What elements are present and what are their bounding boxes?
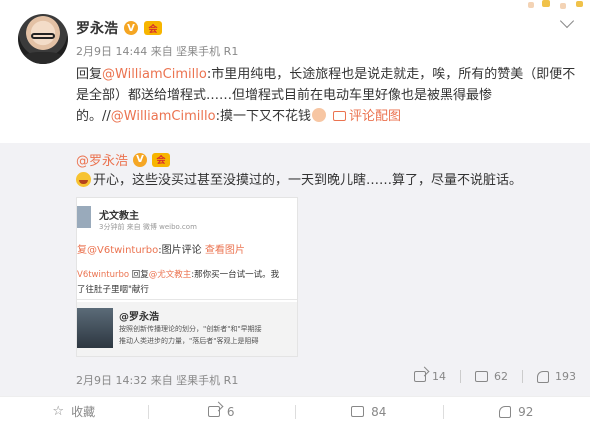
star-icon: ☆ — [52, 404, 65, 419]
favorite-label: 收藏 — [71, 405, 96, 419]
reply-prefix: 回复 — [76, 67, 103, 82]
repost-like-button[interactable]: 193 — [522, 370, 576, 383]
image-mention: 复@V6twinturbo — [77, 245, 159, 256]
image-view-link: 查看图片 — [204, 245, 245, 256]
post-meta: 2月9日 14:44 来自 坚果手机 R1 — [76, 45, 239, 58]
image-mention-2: V6twinturbo — [77, 270, 130, 280]
image-line-2: V6twinturbo 回复@尤文教主:那你买一台试一试。我 — [77, 268, 279, 280]
image-mention-3: @尤文教主 — [148, 270, 192, 280]
laugh-emoji-icon — [76, 172, 91, 187]
avatar-shirt — [22, 52, 64, 64]
emoji-icon — [311, 108, 326, 122]
member-icon: 会 — [152, 152, 171, 167]
image-quote-author: @罗永浩 — [119, 312, 159, 323]
comment-button[interactable]: 84 — [295, 397, 443, 426]
comment-icon — [475, 371, 488, 382]
share-button[interactable]: 6 — [147, 397, 296, 426]
repost-image[interactable]: 尤文教主 3分钟前 来自 微博 weibo.com 复@V6twinturbo:… — [76, 197, 298, 357]
repost-text: 开心，这些没买过甚至没摸过的，一天到晚儿瞎……算了，尽量不说脏话。 — [76, 172, 522, 190]
repost-meta: 2月9日 14:32 来自 坚果手机 R1 — [76, 374, 239, 387]
vip-icon: V — [124, 21, 138, 35]
image-quote-line-2: 推动人类进步的力量，"落后者"客观上是阻碍 — [119, 337, 259, 345]
image-line-2-b: :那你买一台试一试。我 — [191, 270, 280, 280]
mention-link-2[interactable]: @WilliamCimillo — [111, 109, 216, 124]
image-quote-line-1: 按照创新传播理论的划分，"创新者"和"早期接 — [119, 325, 262, 333]
like-button[interactable]: 92 — [442, 397, 590, 426]
repost-box: @罗永浩 V 会 开心，这些没买过甚至没摸过的，一天到晚儿瞎……算了，尽量不说脏… — [0, 143, 590, 396]
image-divider — [77, 299, 297, 300]
comment-count: 84 — [371, 404, 387, 419]
image-line-2-a: 回复 — [129, 270, 149, 280]
like-count: 92 — [518, 404, 534, 419]
repost-share-button[interactable]: 14 — [414, 370, 446, 383]
repost-actions: 14 62 193 — [414, 370, 576, 383]
share-icon — [414, 371, 426, 382]
vip-icon: V — [133, 152, 148, 167]
repost-like-count: 193 — [555, 370, 576, 383]
author-row: 罗永浩 V 会 — [76, 18, 162, 38]
image-avatar — [77, 206, 91, 228]
image-line-1: 复@V6twinturbo:图片评论 查看图片 — [77, 241, 245, 256]
favorite-button[interactable]: ☆ 收藏 — [0, 397, 148, 426]
share-icon — [207, 406, 220, 417]
author-name[interactable]: 罗永浩 — [76, 18, 118, 38]
repost-author-row: @罗永浩 V 会 — [76, 150, 171, 169]
image-quote-box: @罗永浩 按照创新传播理论的划分，"创新者"和"早期接 推动人类进步的力量，"落… — [77, 302, 297, 356]
repost-share-count: 14 — [432, 370, 446, 383]
image-line-1-text: :图片评论 — [158, 245, 202, 256]
avatar-glasses — [31, 33, 55, 39]
post-tail: :摸一下又不花钱 — [215, 109, 311, 124]
comment-picture-link[interactable]: 评论配图 — [349, 109, 401, 124]
image-author: 尤文教主 — [99, 211, 139, 222]
action-bar: ☆ 收藏 6 84 92 — [0, 396, 590, 426]
car-thumbnail — [77, 308, 113, 348]
share-count: 6 — [226, 404, 235, 419]
image-line-3: 了往肚子里咽"献行 — [77, 285, 149, 295]
picture-icon — [332, 111, 346, 121]
header-decoration — [520, 0, 590, 14]
like-icon — [499, 405, 512, 418]
avatar[interactable] — [18, 14, 68, 64]
comment-icon — [351, 406, 365, 417]
chevron-down-icon[interactable] — [559, 13, 575, 29]
post-text: 回复@WilliamCimillo:市里用纯电，长途旅程也是说走就走，唉，所有的… — [76, 64, 576, 127]
member-icon: 会 — [144, 21, 162, 35]
mention-link[interactable]: @WilliamCimillo — [102, 67, 207, 82]
like-icon — [537, 370, 549, 383]
repost-body: 开心，这些没买过甚至没摸过的，一天到晚儿瞎……算了，尽量不说脏话。 — [93, 173, 523, 188]
repost-author[interactable]: @罗永浩 — [76, 150, 128, 169]
image-meta: 3分钟前 来自 微博 weibo.com — [99, 223, 197, 231]
repost-comment-count: 62 — [494, 370, 508, 383]
repost-comment-button[interactable]: 62 — [460, 370, 508, 383]
